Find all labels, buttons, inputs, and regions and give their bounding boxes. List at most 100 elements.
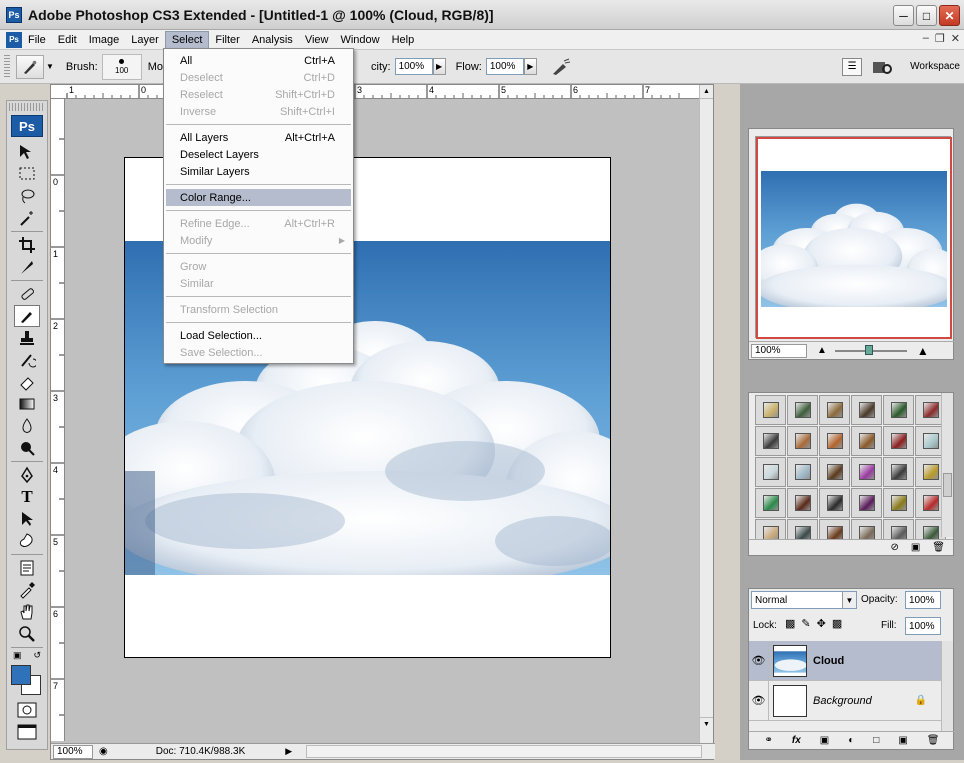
lock-all-icon[interactable]: ▩: [832, 617, 842, 630]
status-zoom-field[interactable]: 100%: [53, 744, 93, 759]
marquee-tool[interactable]: [14, 163, 40, 185]
eyedropper-tool[interactable]: [14, 579, 40, 601]
menu-item-transform-selection[interactable]: Transform Selection: [164, 301, 353, 318]
style-preset[interactable]: [883, 457, 914, 487]
blur-tool[interactable]: [14, 415, 40, 437]
adjustment-layer-icon[interactable]: ◐: [848, 735, 854, 746]
menu-analysis[interactable]: Analysis: [246, 31, 299, 49]
fill-field[interactable]: 100%: [905, 617, 941, 635]
new-layer-icon[interactable]: ▣: [898, 735, 907, 746]
minimize-button[interactable]: ─: [893, 5, 914, 26]
menu-image[interactable]: Image: [83, 31, 126, 49]
style-preset[interactable]: [819, 488, 850, 518]
style-preset[interactable]: [787, 457, 818, 487]
menu-item-modify[interactable]: Modify ▶: [164, 232, 353, 249]
status-info-icon[interactable]: ◉: [99, 746, 108, 757]
scroll-up-arrow[interactable]: ▲: [700, 85, 713, 99]
clone-stamp-tool[interactable]: [14, 327, 40, 349]
menu-item-all[interactable]: All Ctrl+A: [164, 52, 353, 69]
style-preset[interactable]: [787, 426, 818, 456]
style-preset[interactable]: [883, 426, 914, 456]
photoshop-app-icon[interactable]: Ps: [6, 6, 22, 23]
swap-colors-icon[interactable]: ↺: [33, 650, 41, 661]
zoom-in-icon[interactable]: ▲: [917, 344, 929, 358]
style-preset[interactable]: [755, 395, 786, 425]
menu-edit[interactable]: Edit: [52, 31, 83, 49]
menu-item-refine-edge[interactable]: Refine Edge... Alt+Ctrl+R: [164, 215, 353, 232]
gradient-tool[interactable]: [14, 393, 40, 415]
navigator-thumbnail[interactable]: [755, 136, 952, 339]
doc-minimize-button[interactable]: –: [923, 32, 929, 45]
style-preset[interactable]: [851, 457, 882, 487]
menu-item-inverse[interactable]: Inverse Shift+Ctrl+I: [164, 103, 353, 120]
visibility-eye-icon[interactable]: 👁: [749, 680, 769, 721]
style-preset[interactable]: [819, 457, 850, 487]
menu-item-deselect-layers[interactable]: Deselect Layers: [164, 146, 353, 163]
layer-opacity-field[interactable]: 100%: [905, 591, 941, 609]
vertical-ruler[interactable]: 0 1 2 3 4 5 6 7: [51, 99, 65, 741]
brush-preset-picker[interactable]: 100: [101, 53, 142, 80]
style-preset[interactable]: [851, 426, 882, 456]
slice-tool[interactable]: [14, 256, 40, 278]
document-icon[interactable]: Ps: [6, 31, 22, 48]
zoom-slider[interactable]: [834, 344, 907, 355]
menu-help[interactable]: Help: [386, 31, 421, 49]
new-style-icon[interactable]: ▣: [911, 542, 920, 553]
hand-tool[interactable]: [14, 601, 40, 623]
menu-view[interactable]: View: [299, 31, 335, 49]
zoom-out-icon[interactable]: ▲: [817, 345, 827, 356]
menu-item-similar[interactable]: Similar: [164, 275, 353, 292]
shape-tool[interactable]: [14, 530, 40, 552]
pen-tool[interactable]: [14, 464, 40, 486]
style-preset[interactable]: [787, 395, 818, 425]
clear-style-icon[interactable]: ⊘: [890, 542, 898, 553]
opacity-field[interactable]: 100%: [394, 58, 433, 75]
layer-row-cloud[interactable]: 👁 Cloud: [749, 640, 941, 681]
flow-field[interactable]: 100%: [485, 58, 524, 75]
default-colors-icon[interactable]: ▣: [13, 650, 22, 661]
type-tool[interactable]: T: [14, 486, 40, 508]
opacity-slider-toggle[interactable]: ▶: [432, 58, 446, 75]
bridge-icon[interactable]: [870, 57, 896, 77]
close-button[interactable]: ✕: [939, 5, 960, 26]
screen-mode-toggle[interactable]: [14, 721, 40, 743]
magic-wand-tool[interactable]: [14, 207, 40, 229]
style-preset[interactable]: [787, 488, 818, 518]
chevron-down-icon[interactable]: ▼: [46, 62, 54, 71]
styles-scroll-thumb[interactable]: [943, 473, 952, 497]
new-group-icon[interactable]: □: [873, 735, 879, 746]
link-layers-icon[interactable]: ⚭: [765, 735, 773, 746]
style-preset[interactable]: [883, 395, 914, 425]
eraser-tool[interactable]: [14, 371, 40, 393]
style-preset[interactable]: [819, 395, 850, 425]
layers-scrollbar[interactable]: [941, 641, 953, 731]
workspace-button[interactable]: Workspace: [910, 61, 960, 72]
zoom-slider-thumb[interactable]: [864, 344, 873, 355]
airbrush-toggle[interactable]: [549, 56, 573, 78]
palette-well-icon[interactable]: ☰: [842, 57, 863, 76]
foreground-color-swatch[interactable]: [11, 665, 31, 685]
flow-slider-toggle[interactable]: ▶: [523, 58, 537, 75]
visibility-eye-icon[interactable]: 👁: [749, 640, 769, 681]
crop-tool[interactable]: [14, 234, 40, 256]
scroll-down-arrow[interactable]: ▼: [700, 717, 713, 731]
menu-item-deselect[interactable]: Deselect Ctrl+D: [164, 69, 353, 86]
menu-filter[interactable]: Filter: [209, 31, 245, 49]
history-brush-tool[interactable]: [14, 349, 40, 371]
lock-position-icon[interactable]: ✥: [817, 617, 826, 630]
style-preset[interactable]: [819, 426, 850, 456]
lasso-tool[interactable]: [14, 185, 40, 207]
menu-item-reselect[interactable]: Reselect Shift+Ctrl+D: [164, 86, 353, 103]
lock-transparent-icon[interactable]: ▩: [785, 617, 795, 630]
tool-preset-picker[interactable]: [16, 54, 44, 79]
dodge-tool[interactable]: [14, 437, 40, 459]
zoom-tool[interactable]: [14, 623, 40, 645]
menu-item-save-selection[interactable]: Save Selection...: [164, 344, 353, 361]
maximize-button[interactable]: □: [916, 5, 937, 26]
lock-image-icon[interactable]: ✎: [801, 617, 810, 630]
style-preset[interactable]: [851, 395, 882, 425]
brush-tool[interactable]: [14, 305, 40, 327]
style-preset[interactable]: [851, 488, 882, 518]
move-tool[interactable]: [14, 141, 40, 163]
horizontal-scrollbar[interactable]: [306, 745, 702, 758]
